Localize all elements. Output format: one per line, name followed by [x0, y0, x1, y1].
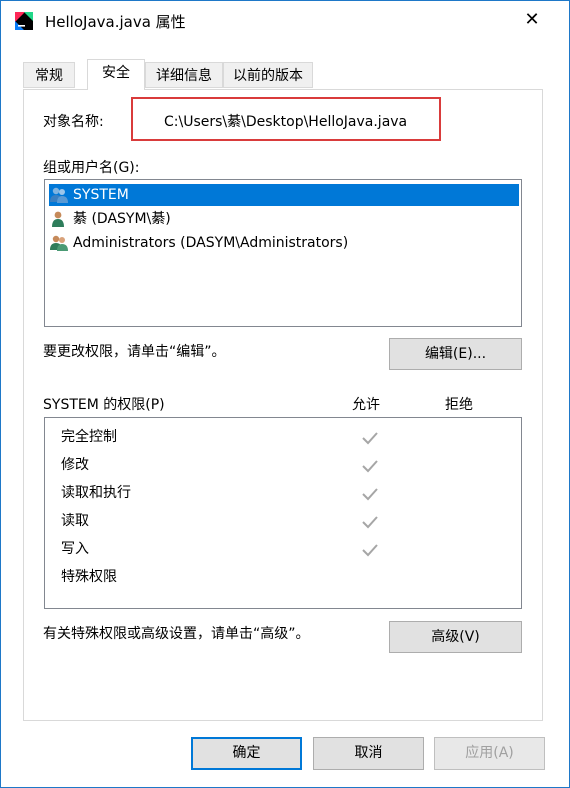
list-item-administrators[interactable]: Administrators (DASYM\Administrators)	[49, 232, 519, 254]
check-icon	[362, 432, 378, 445]
edit-button[interactable]: 编辑(E)...	[389, 338, 522, 370]
check-icon	[362, 460, 378, 473]
close-button[interactable]: ✕	[517, 7, 547, 33]
tab-general[interactable]: 常规	[23, 62, 75, 88]
title-bar: HelloJava.java 属性 ✕	[1, 1, 569, 39]
check-icon	[362, 488, 378, 501]
close-icon: ✕	[524, 9, 540, 30]
permissions-list: 完全控制 修改 读取和执行 读取 写入 特殊权限	[44, 417, 522, 609]
object-name-value: C:\Users\綦\Desktop\HelloJava.java	[164, 114, 408, 130]
users-group-icon	[50, 187, 68, 203]
window-title: HelloJava.java 属性	[45, 13, 186, 31]
permission-row: 修改	[61, 457, 89, 473]
permission-row: 写入	[61, 541, 89, 557]
list-item-label: 綦 (DASYM\綦)	[73, 211, 171, 227]
list-item-system[interactable]: SYSTEM	[49, 184, 519, 206]
properties-dialog: HelloJava.java 属性 ✕ 常规 安全 详细信息 以前的版本 对象名…	[0, 0, 570, 788]
permission-row: 读取和执行	[61, 485, 131, 501]
tab-previous-versions[interactable]: 以前的版本	[223, 62, 313, 88]
check-icon	[362, 544, 378, 557]
list-item-user[interactable]: 綦 (DASYM\綦)	[49, 208, 519, 230]
permission-row: 读取	[61, 513, 89, 529]
advanced-hint: 有关特殊权限或高级设置，请单击“高级”。	[43, 626, 310, 642]
ok-button[interactable]: 确定	[191, 737, 302, 770]
list-item-label: SYSTEM	[73, 187, 129, 203]
check-icon	[362, 516, 378, 529]
deny-column-header: 拒绝	[445, 397, 473, 413]
users-group-icon	[50, 235, 68, 251]
permission-row: 特殊权限	[61, 569, 117, 585]
user-icon	[52, 211, 64, 227]
tab-security[interactable]: 安全	[87, 59, 145, 90]
list-item-label: Administrators (DASYM\Administrators)	[73, 235, 349, 251]
tab-details[interactable]: 详细信息	[145, 62, 223, 88]
object-name-label: 对象名称:	[43, 114, 104, 130]
permissions-label: SYSTEM 的权限(P)	[43, 397, 165, 413]
permission-row: 完全控制	[61, 429, 117, 445]
intellij-file-icon	[15, 12, 33, 30]
allow-column-header: 允许	[352, 397, 380, 413]
groups-label: 组或用户名(G):	[43, 160, 140, 176]
advanced-button[interactable]: 高级(V)	[389, 621, 522, 653]
edit-hint: 要更改权限，请单击“编辑”。	[43, 344, 226, 360]
apply-button[interactable]: 应用(A)	[434, 737, 545, 770]
cancel-button[interactable]: 取消	[313, 737, 424, 770]
groups-listbox[interactable]: SYSTEM 綦 (DASYM\綦) Administrators (DASYM…	[44, 179, 522, 327]
